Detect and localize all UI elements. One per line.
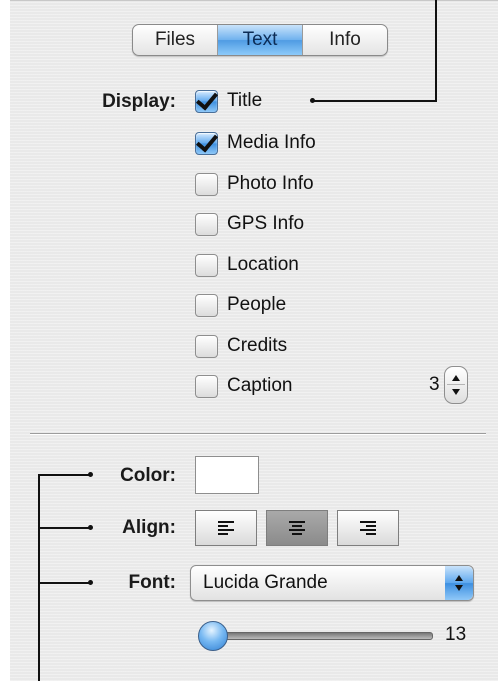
photo-info-label: Photo Info — [227, 173, 314, 194]
caption-checkbox[interactable] — [195, 374, 218, 398]
align-right-button[interactable] — [337, 510, 399, 546]
title-checkbox[interactable] — [195, 89, 218, 113]
people-label: People — [227, 294, 287, 315]
caption-lines-stepper[interactable] — [444, 366, 468, 404]
display-option-gps-info[interactable]: GPS Info — [195, 211, 304, 237]
font-size-slider-knob[interactable] — [198, 621, 228, 651]
people-checkbox[interactable] — [195, 293, 218, 317]
gps-info-label: GPS Info — [227, 213, 305, 234]
callout-line-title-vertical — [435, 0, 437, 102]
callout-line-title-horizontal — [314, 100, 437, 102]
title-label: Title — [227, 90, 263, 111]
color-label: Color: — [120, 465, 176, 486]
callout-line-settings-vertical — [38, 474, 40, 681]
font-popup-value: Lucida Grande — [203, 572, 328, 593]
credits-checkbox[interactable] — [195, 334, 218, 358]
display-option-credits[interactable]: Credits — [195, 333, 287, 359]
font-popup[interactable]: Lucida Grande — [190, 565, 474, 601]
callout-line-align — [38, 527, 90, 529]
font-size-value: 13 — [445, 624, 467, 645]
photo-info-checkbox[interactable] — [195, 172, 218, 196]
credits-label: Credits — [227, 335, 288, 356]
tab-text[interactable]: Text — [218, 25, 303, 55]
display-option-photo-info[interactable]: Photo Info — [195, 171, 314, 197]
display-option-location[interactable]: Location — [195, 252, 299, 278]
location-checkbox[interactable] — [195, 253, 218, 277]
align-center-icon — [289, 521, 305, 535]
align-center-button[interactable] — [266, 510, 328, 546]
align-right-icon — [360, 521, 376, 535]
display-option-title[interactable]: Title — [195, 88, 262, 114]
align-left-button[interactable] — [195, 510, 257, 546]
stepper-up-arrow-icon[interactable] — [452, 375, 460, 381]
color-well[interactable] — [195, 456, 259, 494]
stepper-divider — [447, 384, 465, 385]
panel-top-border — [10, 0, 498, 1]
callout-dot-align — [88, 525, 93, 530]
font-size-slider-track[interactable] — [205, 632, 433, 640]
display-option-media-info[interactable]: Media Info — [195, 130, 316, 156]
tab-files[interactable]: Files — [133, 25, 218, 55]
location-label: Location — [227, 254, 299, 275]
callout-line-font — [38, 582, 90, 584]
tab-info[interactable]: Info — [303, 25, 387, 55]
display-label: Display: — [102, 91, 176, 112]
display-option-caption[interactable]: Caption — [195, 373, 293, 399]
stepper-down-arrow-icon[interactable] — [452, 389, 460, 395]
caption-label: Caption — [227, 375, 293, 396]
gps-info-checkbox[interactable] — [195, 212, 218, 236]
media-info-label: Media Info — [227, 132, 316, 153]
media-info-checkbox[interactable] — [195, 131, 218, 155]
popup-arrows-icon — [445, 566, 473, 600]
tab-segmented-control: Files Text Info — [132, 24, 388, 56]
callout-dot-color — [88, 472, 93, 477]
section-divider — [30, 433, 486, 434]
callout-line-color — [38, 474, 90, 476]
display-option-people[interactable]: People — [195, 292, 286, 318]
callout-dot-font — [88, 580, 93, 585]
callout-dot-title — [310, 98, 315, 103]
align-left-icon — [218, 521, 234, 535]
caption-lines-value: 3 — [429, 374, 440, 395]
